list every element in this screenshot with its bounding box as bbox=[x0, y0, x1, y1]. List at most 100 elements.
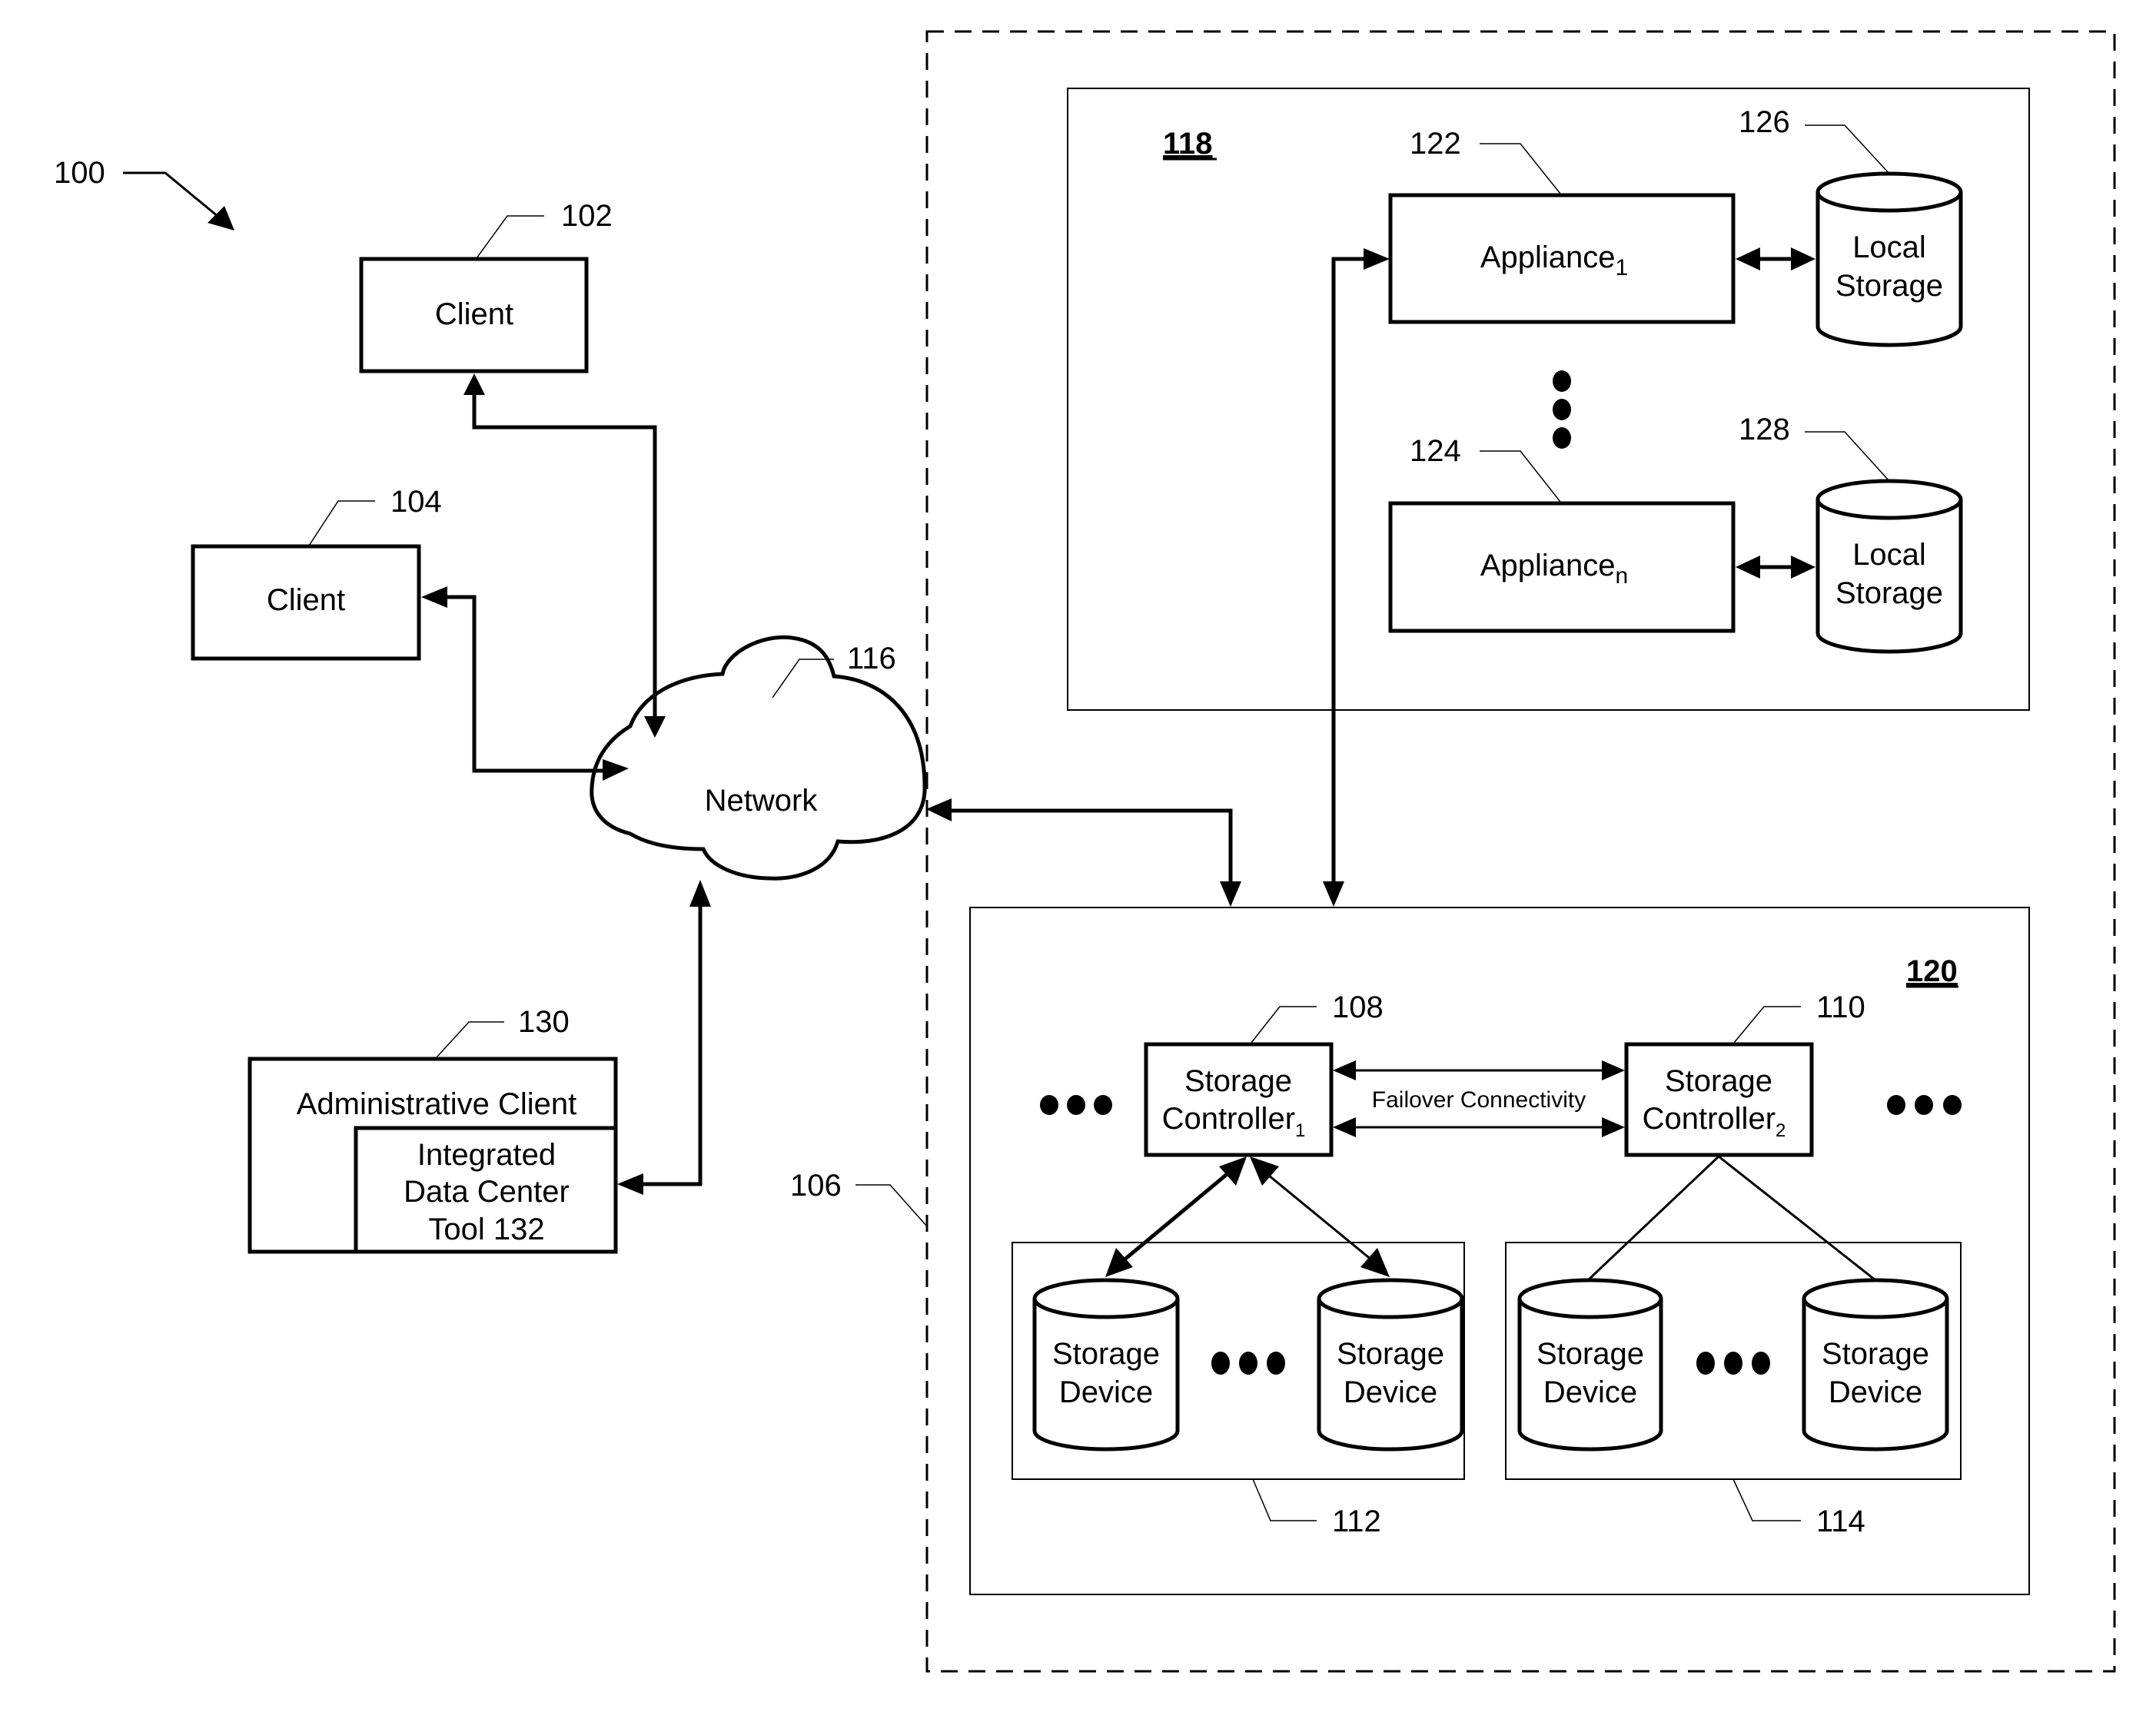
ref-label-118: 118 bbox=[1163, 127, 1213, 161]
link-line bbox=[442, 595, 607, 773]
device-line-1: Storage bbox=[1822, 1337, 1929, 1371]
dot bbox=[1553, 427, 1571, 449]
storage-device[interactable]: Storage Device bbox=[1032, 1278, 1180, 1452]
link-appliance1-storage bbox=[1736, 247, 1815, 270]
ref-130: 130 bbox=[436, 1005, 570, 1058]
arrowhead bbox=[1219, 1156, 1247, 1186]
local-storage-126[interactable]: Local Storage bbox=[1815, 171, 1963, 347]
arrowhead-left bbox=[1333, 1060, 1356, 1080]
device-line-2: Device bbox=[1344, 1375, 1437, 1409]
cylinder-body[interactable] bbox=[1317, 1299, 1464, 1452]
dot bbox=[1724, 1352, 1742, 1375]
ref-128: 128 bbox=[1739, 413, 1890, 482]
leader-106 bbox=[855, 1184, 928, 1227]
link-client102-network bbox=[463, 373, 666, 738]
cylinder-body[interactable] bbox=[1032, 1299, 1180, 1452]
dot bbox=[1094, 1095, 1112, 1115]
arrowhead-left bbox=[421, 586, 447, 608]
ref-112: 112 bbox=[1252, 1478, 1381, 1538]
link-line-right bbox=[1264, 1170, 1373, 1262]
failover-connectivity: Failover Connectivity bbox=[1333, 1060, 1625, 1137]
admin-client-label: Administrative Client bbox=[297, 1087, 577, 1121]
link-line bbox=[949, 808, 1233, 884]
arrowhead-up bbox=[463, 373, 485, 395]
dot bbox=[1915, 1095, 1933, 1115]
failover-label: Failover Connectivity bbox=[1372, 1087, 1586, 1113]
storage-system-box bbox=[969, 907, 2030, 1595]
ref-124: 124 bbox=[1410, 434, 1561, 503]
controller-line-2: Controller2 bbox=[1643, 1102, 1786, 1141]
arrowhead-down bbox=[1323, 881, 1344, 907]
storage-device[interactable]: Storage Device bbox=[1802, 1278, 1949, 1452]
ref-106: 106 bbox=[790, 1169, 928, 1227]
link-network-storage-system bbox=[926, 798, 1241, 907]
leader-122 bbox=[1480, 143, 1561, 194]
device-line-2: Device bbox=[1059, 1375, 1153, 1409]
storage-device[interactable]: Storage Device bbox=[1317, 1278, 1464, 1452]
ref-label-102: 102 bbox=[561, 199, 613, 233]
admin-client-130[interactable]: Administrative Client Integrated Data Ce… bbox=[247, 1057, 618, 1254]
dot bbox=[1267, 1352, 1285, 1375]
ref-126: 126 bbox=[1739, 105, 1890, 174]
leader-124 bbox=[1480, 450, 1561, 503]
appliance-1[interactable]: Appliance1 bbox=[1388, 193, 1736, 324]
link-line-right bbox=[1718, 1155, 1876, 1282]
link-appliance-storage-system bbox=[1323, 248, 1390, 907]
client-label: Client bbox=[435, 297, 513, 331]
arrowhead-right bbox=[1791, 556, 1815, 579]
link-line-left bbox=[1586, 1155, 1720, 1282]
dot bbox=[1040, 1095, 1058, 1115]
tool-line-2: Data Center bbox=[404, 1175, 570, 1209]
cylinder-top bbox=[1815, 171, 1963, 213]
device-line-1: Storage bbox=[1052, 1337, 1160, 1371]
ref-label-108: 108 bbox=[1332, 990, 1384, 1024]
arrowhead-right bbox=[1602, 1117, 1625, 1137]
arrowhead-left bbox=[617, 1173, 643, 1195]
controller-line-2: Controller1 bbox=[1162, 1102, 1306, 1141]
link-client104-network bbox=[421, 586, 629, 781]
link-line bbox=[472, 392, 657, 722]
local-storage-128[interactable]: Local Storage bbox=[1815, 479, 1963, 654]
cylinder-body[interactable] bbox=[1802, 1299, 1949, 1452]
dot bbox=[1553, 399, 1571, 420]
cylinder-body[interactable] bbox=[1815, 499, 1963, 654]
client-104[interactable]: Client bbox=[191, 544, 421, 661]
arrowhead-right bbox=[1364, 248, 1390, 270]
dot bbox=[1887, 1095, 1905, 1115]
storage-line-1: Local bbox=[1852, 538, 1926, 572]
storage-controller-1[interactable]: Storage Controller1 bbox=[1144, 1042, 1334, 1157]
storage-controller-2[interactable]: Storage Controller2 bbox=[1624, 1042, 1814, 1157]
leader-128 bbox=[1805, 431, 1890, 482]
link-admin-network bbox=[617, 880, 711, 1195]
storage-line-2: Storage bbox=[1835, 269, 1943, 303]
arrowhead-left bbox=[1736, 556, 1760, 579]
leader-126 bbox=[1805, 124, 1890, 174]
network-label: Network bbox=[705, 784, 819, 818]
cylinder-body[interactable] bbox=[1517, 1299, 1663, 1452]
client-label: Client bbox=[267, 583, 345, 617]
arrowhead bbox=[1360, 1248, 1390, 1277]
storage-device[interactable]: Storage Device bbox=[1517, 1278, 1663, 1452]
ref-122: 122 bbox=[1410, 127, 1561, 194]
ref-label-100: 100 bbox=[54, 156, 105, 190]
arrowhead-left bbox=[1736, 247, 1760, 270]
leader-110 bbox=[1733, 1006, 1801, 1043]
ref-label-112: 112 bbox=[1332, 1505, 1381, 1538]
link-line bbox=[1331, 257, 1368, 884]
controller-line-1: Storage bbox=[1665, 1064, 1772, 1098]
ref-label-116: 116 bbox=[847, 642, 896, 675]
controller-line-1: Storage bbox=[1184, 1064, 1292, 1098]
appliance-n[interactable]: Appliancen bbox=[1388, 501, 1736, 633]
cylinder-top bbox=[1802, 1278, 1949, 1319]
controller-ellipsis-right bbox=[1887, 1095, 1962, 1115]
cylinder-top bbox=[1032, 1278, 1180, 1319]
arrowhead-left bbox=[1333, 1117, 1356, 1137]
leader-102 bbox=[476, 215, 544, 259]
ref-label-128: 128 bbox=[1739, 413, 1790, 446]
dot bbox=[1211, 1352, 1230, 1375]
client-102[interactable]: Client bbox=[359, 257, 589, 373]
ref-108: 108 bbox=[1251, 990, 1384, 1043]
link-line-left bbox=[1122, 1170, 1231, 1262]
tool-line-3: Tool 132 bbox=[428, 1213, 544, 1246]
dot bbox=[1239, 1352, 1257, 1375]
